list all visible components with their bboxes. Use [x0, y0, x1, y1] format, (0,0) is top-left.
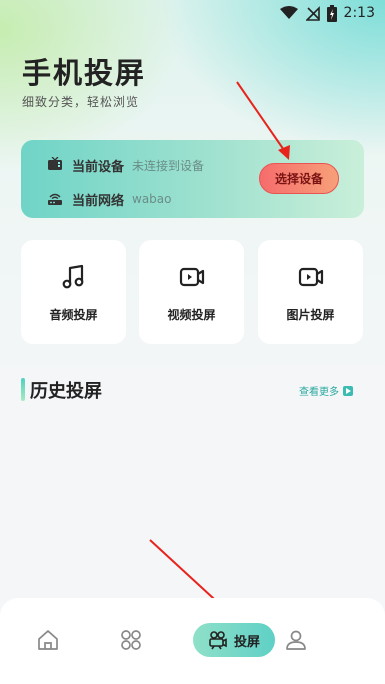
projector-icon: [209, 631, 227, 650]
grid-icon[interactable]: [119, 628, 143, 652]
bottom-tab-bar: 投屏: [0, 598, 385, 684]
tab-cast[interactable]: 投屏: [193, 623, 275, 657]
user-icon[interactable]: [284, 628, 308, 652]
annotation-arrow-bottom: [149, 539, 231, 615]
home-icon[interactable]: [36, 628, 60, 652]
tab-cast-label: 投屏: [233, 634, 260, 650]
